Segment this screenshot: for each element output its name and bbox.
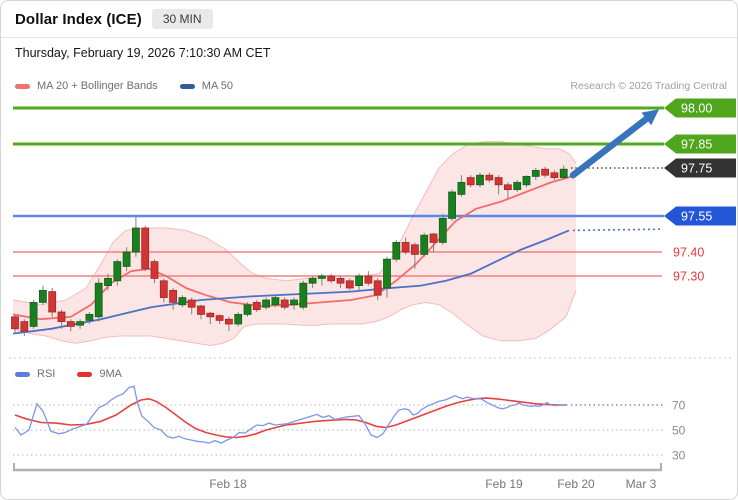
- price-chart-legend: MA 20 + Bollinger Bands MA 50 Research ©…: [15, 80, 727, 92]
- ma20-line: [12, 174, 577, 321]
- support-level-text-97.30: 97.30: [673, 270, 704, 284]
- timeframe-badge: 30 MIN: [151, 9, 213, 29]
- ma9-line: [14, 397, 567, 439]
- ma50-line: [12, 228, 662, 335]
- svg-text:97.75: 97.75: [681, 162, 712, 176]
- instrument-title: Dollar Index (ICE): [15, 10, 142, 28]
- legend-item-ma50: MA 50: [179, 80, 233, 92]
- svg-text:97.85: 97.85: [681, 138, 712, 152]
- rsi-line: [14, 385, 567, 444]
- x-axis-label: Feb 20: [557, 477, 595, 491]
- svg-text:98.00: 98.00: [681, 102, 712, 116]
- rsi-grid-label-70: 70: [672, 399, 686, 413]
- ma50-label: MA 50: [201, 80, 233, 92]
- ma9-swatch: [77, 371, 93, 377]
- legend-item-9ma: 9MA: [77, 368, 122, 380]
- forecast-arrow: [569, 109, 659, 179]
- ma50-forecast-dotted: [572, 228, 662, 232]
- rsi-label: RSI: [37, 368, 56, 380]
- x-axis-label: Mar 3: [626, 477, 657, 491]
- level-lines: [13, 106, 664, 277]
- ma20-bollinger-label: MA 20 + Bollinger Bands: [37, 80, 158, 92]
- analysis-datetime: Thursday, February 19, 2026 7:10:30 AM C…: [15, 46, 271, 60]
- price-and-rsi-chart: 98.00 97.85 97.75 97.55 97.40 97.30 70 50 30 Feb …: [9, 98, 736, 491]
- price-tag-97.85: 97.85: [664, 134, 736, 154]
- rsi-grid-label-50: 50: [672, 424, 686, 438]
- x-axis-label: Feb 18: [209, 477, 247, 491]
- x-axis-label: Feb 19: [485, 477, 523, 491]
- price-tag-98.00: 98.00: [664, 98, 736, 118]
- price-tag-97.75: 97.75: [664, 158, 736, 178]
- attribution: Research © 2026 Trading Central: [570, 80, 727, 92]
- header: Dollar Index (ICE) 30 MIN: [1, 1, 737, 38]
- legend-item-ma20-bollinger: MA 20 + Bollinger Bands: [15, 80, 158, 92]
- rsi-legend: RSI 9MA: [15, 368, 136, 380]
- rsi-grid-label-30: 30: [672, 449, 686, 463]
- rsi-swatch: [15, 371, 30, 377]
- price-tag-97.55: 97.55: [664, 206, 736, 226]
- legend-item-rsi: RSI: [15, 368, 55, 380]
- trading-central-widget: Dollar Index (ICE) 30 MIN Thursday, Febr…: [0, 0, 738, 500]
- ma9-label: 9MA: [99, 368, 122, 380]
- ma50-swatch: [179, 83, 195, 89]
- rsi-gridlines: 70 50 30: [13, 399, 686, 463]
- svg-text:97.55: 97.55: [681, 210, 712, 224]
- support-level-text-97.40: 97.40: [673, 246, 704, 260]
- candlestick-series: [11, 165, 568, 336]
- bollinger-band: [12, 141, 577, 347]
- x-axis: Feb 18 Feb 19 Feb 20 Mar 3: [13, 463, 662, 491]
- ma20-bollinger-swatch: [15, 83, 30, 89]
